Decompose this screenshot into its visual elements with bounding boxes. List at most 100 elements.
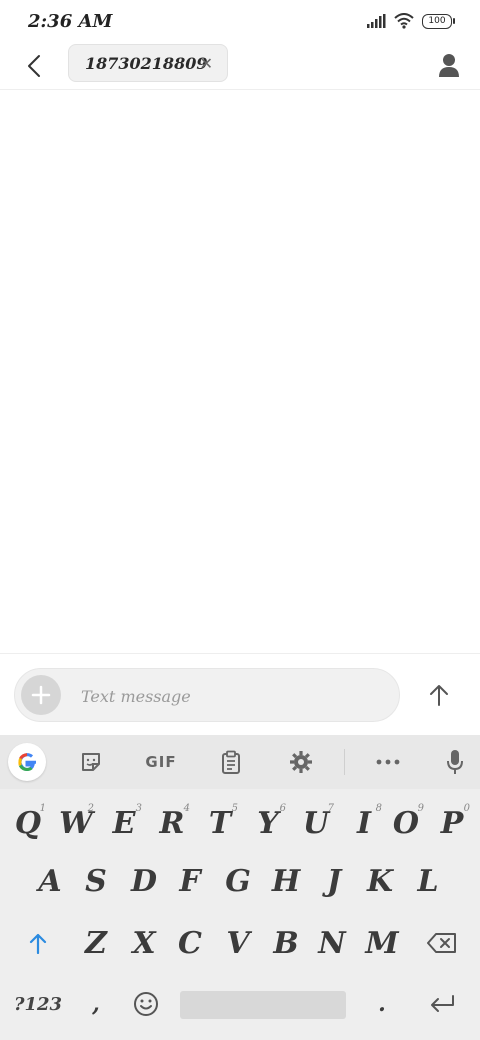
- microphone-icon: [447, 750, 463, 774]
- back-button[interactable]: [18, 50, 50, 82]
- status-time: 2:36 AM: [28, 10, 113, 32]
- key-label: ?123: [13, 993, 63, 1015]
- toolbar-divider: [344, 749, 345, 775]
- arrow-up-icon: [430, 685, 448, 706]
- google-icon: [18, 753, 36, 772]
- period-key[interactable]: .: [362, 979, 402, 1029]
- key-j[interactable]: J: [312, 855, 356, 907]
- person-icon: [439, 54, 459, 77]
- backspace-key[interactable]: [418, 917, 466, 969]
- more-icon: [376, 759, 400, 765]
- key-f[interactable]: F: [168, 855, 212, 907]
- attach-button[interactable]: [21, 675, 61, 715]
- key-y[interactable]: Y6: [246, 797, 290, 849]
- compose-box: [14, 668, 400, 722]
- key-label: T: [208, 805, 232, 841]
- enter-key[interactable]: [420, 979, 464, 1029]
- key-label: K: [366, 863, 394, 899]
- key-label: D: [130, 863, 157, 899]
- key-hint: 5: [231, 803, 238, 814]
- clipboard-icon: [222, 750, 240, 774]
- key-label: N: [318, 925, 346, 961]
- key-s[interactable]: S: [74, 855, 118, 907]
- key-hint: 8: [375, 803, 382, 814]
- shift-key[interactable]: [14, 917, 62, 969]
- key-h[interactable]: H: [264, 855, 308, 907]
- keyboard-toolbar: GIF: [0, 735, 480, 789]
- gear-icon: [290, 751, 312, 773]
- key-label: E: [112, 805, 136, 841]
- emoji-icon: [134, 992, 158, 1016]
- key-label: Y: [257, 805, 279, 841]
- key-hint: 3: [135, 803, 142, 814]
- key-label: H: [271, 863, 301, 899]
- key-x[interactable]: X: [122, 917, 166, 969]
- key-label: M: [365, 925, 399, 961]
- key-hint: 4: [183, 803, 190, 814]
- key-k[interactable]: K: [358, 855, 402, 907]
- shift-arrow-icon: [29, 933, 47, 954]
- close-icon[interactable]: ✕: [200, 54, 213, 73]
- key-i[interactable]: I8: [342, 797, 386, 849]
- key-label: G: [225, 863, 251, 899]
- key-c[interactable]: C: [168, 917, 212, 969]
- send-button[interactable]: [422, 678, 456, 712]
- key-label: B: [273, 925, 299, 961]
- settings-button[interactable]: [284, 745, 318, 779]
- key-m[interactable]: M: [358, 917, 406, 969]
- google-button[interactable]: [8, 743, 46, 781]
- clipboard-button[interactable]: [214, 745, 248, 779]
- space-key[interactable]: [180, 991, 346, 1019]
- plus-icon: [31, 685, 51, 705]
- message-input[interactable]: [79, 679, 383, 713]
- conversation-header: 18730218809 ✕: [0, 42, 480, 90]
- key-label: R: [159, 805, 185, 841]
- key-r[interactable]: R4: [150, 797, 194, 849]
- key-d[interactable]: D: [122, 855, 166, 907]
- status-icons: 100: [366, 13, 455, 29]
- message-list[interactable]: [0, 91, 480, 653]
- key-hint: 0: [463, 803, 470, 814]
- battery-level: 100: [428, 16, 446, 26]
- key-label: X: [132, 925, 156, 961]
- key-w[interactable]: W2: [54, 797, 98, 849]
- chevron-left-icon: [28, 55, 40, 77]
- more-button[interactable]: [370, 745, 406, 779]
- recipient-number: 18730218809: [85, 53, 208, 73]
- key-u[interactable]: U7: [294, 797, 338, 849]
- wifi-icon: [394, 13, 414, 29]
- key-label: Q: [14, 805, 42, 841]
- key-a[interactable]: A: [28, 855, 72, 907]
- key-label: F: [179, 863, 201, 899]
- key-q[interactable]: Q1: [6, 797, 50, 849]
- key-z[interactable]: Z: [74, 917, 118, 969]
- gif-button[interactable]: GIF: [140, 745, 182, 779]
- key-e[interactable]: E3: [102, 797, 146, 849]
- status-bar: 2:36 AM 100: [0, 0, 480, 42]
- key-label: .: [378, 991, 386, 1017]
- comma-key[interactable]: ,: [76, 979, 116, 1029]
- key-n[interactable]: N: [310, 917, 354, 969]
- sticker-icon: [82, 753, 100, 771]
- emoji-key[interactable]: [126, 979, 166, 1029]
- battery-icon: 100: [422, 13, 455, 29]
- backspace-icon: [427, 933, 456, 953]
- recipient-chip[interactable]: 18730218809 ✕: [68, 44, 228, 82]
- key-label: I: [356, 805, 372, 841]
- voice-input-button[interactable]: [440, 745, 470, 779]
- key-p[interactable]: P0: [430, 797, 474, 849]
- key-g[interactable]: G: [216, 855, 260, 907]
- key-b[interactable]: B: [264, 917, 308, 969]
- key-label: C: [178, 925, 202, 961]
- key-o[interactable]: O9: [384, 797, 428, 849]
- sticker-button[interactable]: [74, 745, 108, 779]
- key-l[interactable]: L: [406, 855, 450, 907]
- symbols-key[interactable]: ?123: [10, 979, 66, 1029]
- keyboard: G I F Q 1 W 2 E 3 R 4 T 5 Y 6 U 7 I 8 O 9 …: [0, 735, 480, 1040]
- gif-label: GIF: [145, 753, 177, 771]
- key-t[interactable]: T5: [198, 797, 242, 849]
- contact-button[interactable]: [434, 50, 464, 80]
- key-v[interactable]: V: [216, 917, 260, 969]
- key-label: P: [440, 805, 464, 841]
- key-label: ,: [92, 991, 100, 1017]
